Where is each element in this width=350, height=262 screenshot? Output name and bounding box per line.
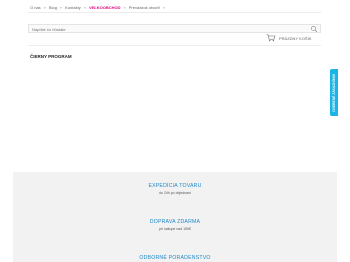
benefit-title: DOPRAVA ZDARMA: [149, 219, 201, 225]
breadcrumb-item-about[interactable]: O nás: [30, 5, 41, 10]
benefits-panel: EXPEDÍCIA TOVARU do 24h po objednaní DOP…: [13, 172, 337, 262]
cart-icon: [266, 34, 276, 42]
breadcrumb-item-store-opening[interactable]: Prevádzok otvoriť: [129, 5, 160, 10]
breadcrumb-item-contacts[interactable]: Kontakty: [65, 5, 81, 10]
side-tab-label: OVERENÉ ZÁKAZNÍKMI: [332, 73, 336, 112]
benefit-subtitle: pri nákupe nad 150€: [159, 227, 191, 231]
breadcrumb: O nás » Blog » Kontakty » VEĽKOOBCHOD » …: [30, 3, 165, 11]
benefit-free-delivery: DOPRAVA ZDARMA pri nákupe nad 150€: [13, 219, 337, 231]
benefit-title: ODBORNÉ PORADENSTVO: [139, 255, 211, 261]
breadcrumb-item-wholesale[interactable]: VEĽKOOBCHOD: [89, 5, 121, 10]
search-input[interactable]: [32, 26, 282, 32]
verified-by-customers-tab[interactable]: OVERENÉ ZÁKAZNÍKMI: [330, 69, 338, 116]
search-bar: [28, 24, 321, 33]
breadcrumb-separator: »: [163, 4, 166, 10]
cart-button[interactable]: PRÁZDNY KOŠÍK: [266, 34, 311, 42]
breadcrumb-item-blog[interactable]: Blog: [49, 5, 57, 10]
benefit-expert-advice: ODBORNÉ PORADENSTVO: [13, 255, 337, 261]
page-title: ČIERNY PROGRAM: [30, 54, 72, 59]
benefit-subtitle: do 24h po objednaní: [159, 191, 191, 195]
cart-label: PRÁZDNY KOŠÍK: [279, 35, 312, 41]
benefit-shipping: EXPEDÍCIA TOVARU do 24h po objednaní: [13, 183, 337, 195]
breadcrumb-separator: »: [123, 4, 126, 10]
breadcrumb-separator: »: [43, 4, 46, 10]
search-icon[interactable]: [310, 25, 318, 33]
benefit-title: EXPEDÍCIA TOVARU: [148, 183, 202, 189]
search-divider: [28, 45, 321, 46]
breadcrumb-separator: »: [59, 4, 63, 10]
breadcrumb-separator: »: [83, 4, 86, 10]
header-divider: [28, 12, 321, 13]
